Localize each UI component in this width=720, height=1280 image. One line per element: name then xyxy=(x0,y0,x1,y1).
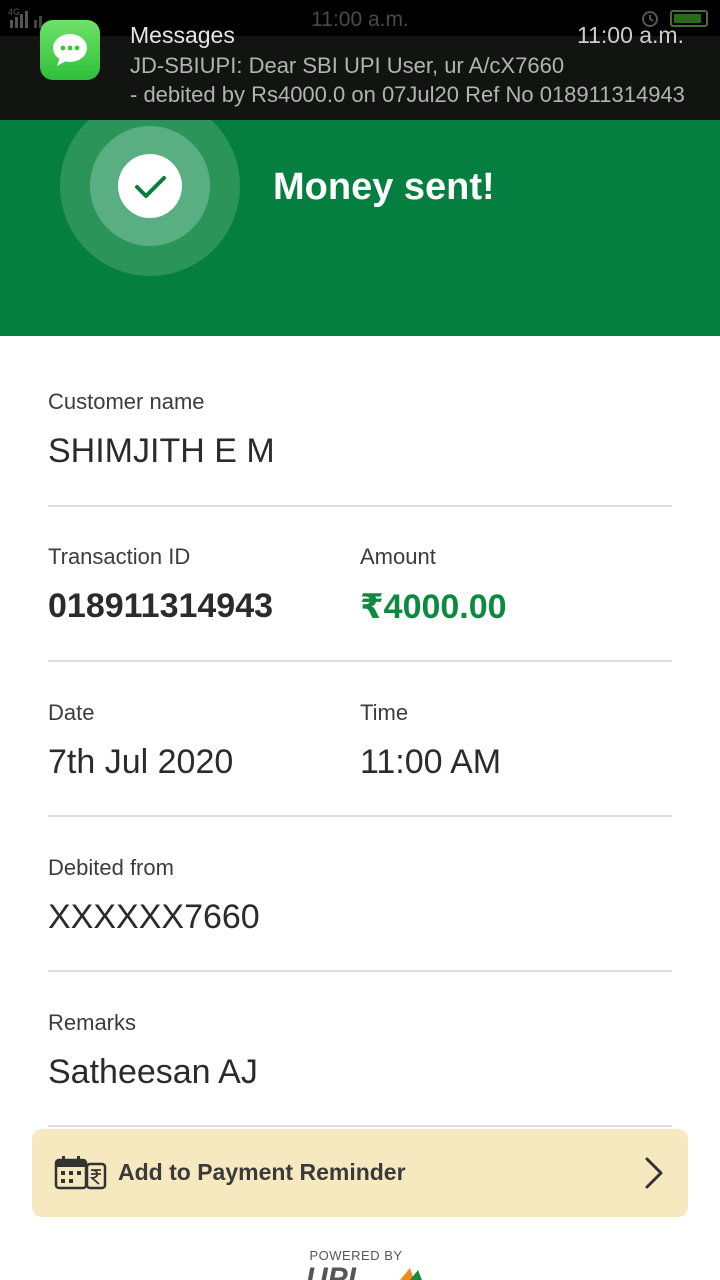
debited-from-value: XXXXXX7660 xyxy=(48,898,260,936)
checkmark-icon xyxy=(118,154,182,218)
chevron-right-icon xyxy=(645,1157,663,1189)
upi-logo-text: UPI xyxy=(306,1264,357,1280)
message-notification[interactable]: Messages 11:00 a.m. JD-SBIUPI: Dear SBI … xyxy=(0,20,720,120)
date-label: Date xyxy=(48,700,95,725)
transaction-id-label: Transaction ID xyxy=(48,544,191,569)
remarks-label: Remarks xyxy=(48,1010,137,1035)
notification-app-name: Messages xyxy=(130,22,235,48)
divider xyxy=(48,660,672,662)
divider xyxy=(48,815,672,817)
powered-by-label: POWERED BY xyxy=(309,1248,403,1263)
amount-label: Amount xyxy=(360,544,436,569)
customer-name-value: SHIMJITH E M xyxy=(48,432,275,470)
transaction-id-value: 018911314943 xyxy=(48,587,274,625)
page-title: Money sent! xyxy=(273,166,495,208)
date-value: 7th Jul 2020 xyxy=(48,743,234,781)
debited-from-label: Debited from xyxy=(48,855,174,880)
divider xyxy=(48,505,672,507)
amount-value: ₹4000.00 xyxy=(360,588,507,626)
calendar-rupee-icon xyxy=(54,1156,107,1190)
divider xyxy=(48,970,672,972)
time-label: Time xyxy=(360,700,409,725)
add-payment-reminder-button[interactable]: Add to Payment Reminder xyxy=(32,1129,688,1217)
remarks-value: Satheesan AJ xyxy=(48,1053,258,1091)
customer-name-label: Customer name xyxy=(48,389,205,414)
notification-text-line2: - debited by Rs4000.0 on 07Jul20 Ref No … xyxy=(130,82,685,107)
messages-bubble-icon xyxy=(40,20,100,80)
success-header: Money sent! xyxy=(0,120,720,336)
upi-logo: UPI xyxy=(306,1264,422,1280)
divider xyxy=(48,1125,672,1127)
time-value: 11:00 AM xyxy=(360,743,502,781)
notification-text-line1: JD-SBIUPI: Dear SBI UPI User, ur A/cX766… xyxy=(130,53,565,78)
notification-time: 11:00 a.m. xyxy=(577,22,684,48)
add-payment-reminder-label: Add to Payment Reminder xyxy=(118,1159,406,1185)
